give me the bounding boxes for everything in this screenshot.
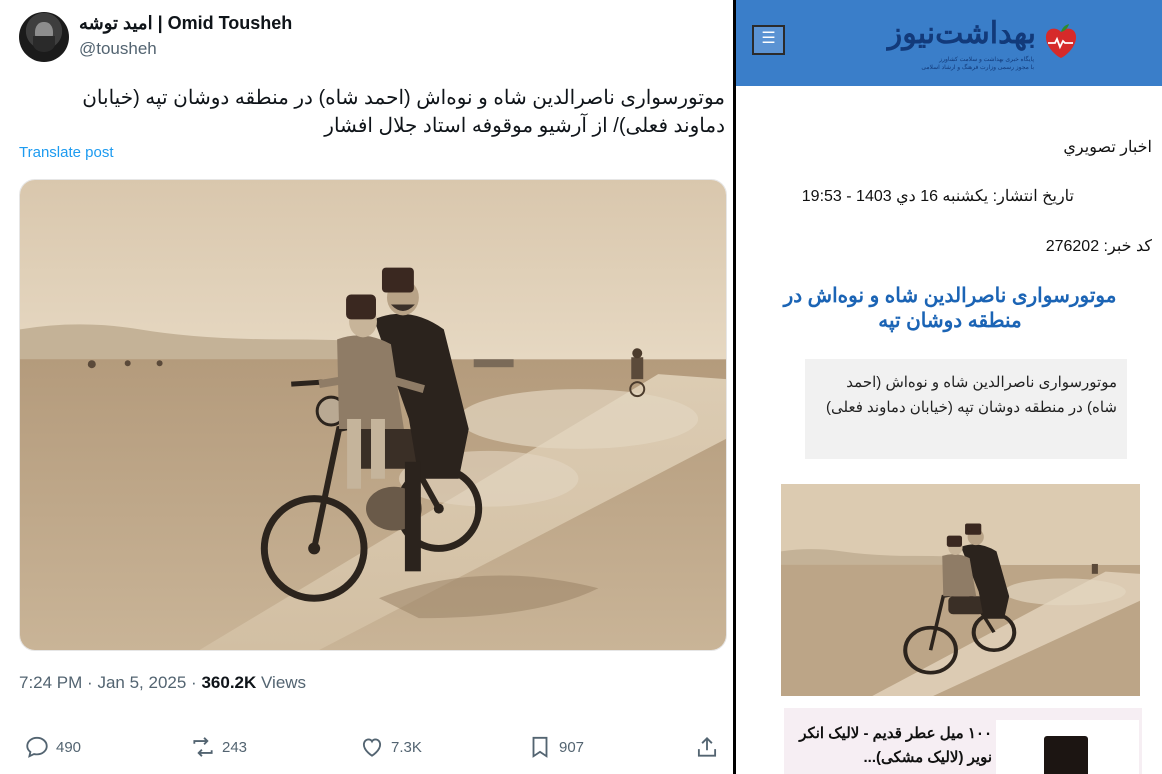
news-category[interactable]: اخبار تصويري [1063, 137, 1152, 157]
reply-icon [26, 736, 48, 758]
tweet-meta: 7:24 PM · Jan 5, 2025 · 360.2K Views [19, 673, 306, 693]
like-count: 7.3K [391, 738, 422, 756]
bookmark-count: 907 [559, 738, 585, 756]
menu-button[interactable]: ☰ [752, 25, 785, 55]
article-photo[interactable] [781, 484, 1140, 696]
meta-separator: · [191, 673, 197, 692]
logo-subtitle-1: پایگاه خبری بهداشت و سلامت کشاورز [939, 57, 1034, 63]
logo-text: بهداشت‌نیوز [887, 16, 1036, 51]
avatar[interactable] [19, 12, 69, 62]
repost-count: 243 [222, 738, 248, 756]
views-count: 360.2K [201, 673, 257, 692]
reply-button[interactable]: 490 [24, 730, 81, 764]
sepia-photo-motorcycle-riders [781, 484, 1140, 696]
site-header: ☰ بهداشت‌نیوز پایگاه خبری بهداشت و سلامت… [736, 0, 1162, 86]
tweet-photo[interactable] [19, 179, 727, 651]
tweet-text: موتورسواری ناصرالدین شاه و نوه‌اش (احمد … [82, 87, 725, 137]
tweet-time[interactable]: 7:24 PM [19, 673, 82, 692]
repost-icon [193, 737, 213, 757]
heart-icon [362, 738, 382, 757]
logo-subtitle-2: با مجوز رسمی وزارت فرهنگ و ارشاد اسلامی [921, 65, 1034, 71]
translate-post-link[interactable]: Translate post [19, 144, 114, 161]
bookmark-icon [532, 736, 548, 758]
tweet-actions: 490 243 7.3K 907 [0, 730, 733, 764]
avatar-beard [33, 36, 55, 52]
tweet-date[interactable]: Jan 5, 2025 [97, 673, 186, 692]
ad-text[interactable]: ۱۰۰ میل عطر قدیم - لالیک انکر نویر (لالی… [792, 722, 992, 770]
publish-date: تاریخ انتشار: یکشنبه 16 دي 1403 - 19:53 [801, 188, 1074, 205]
article-headline: موتورسواری ناصرالدین شاه و نوه‌اش در منط… [783, 285, 1117, 332]
share-button[interactable] [694, 730, 720, 764]
tweet-panel: امید توشه | Omid Tousheh @tousheh موتورس… [0, 0, 733, 774]
news-code: کد خبر: 276202 [1045, 238, 1152, 255]
site-logo[interactable]: بهداشت‌نیوز پایگاه خبری بهداشت و سلامت ک… [882, 14, 1092, 72]
apple-heart-icon [1045, 24, 1077, 58]
repost-button[interactable]: 243 [190, 730, 247, 764]
ad-banner[interactable]: ۱۰۰ میل عطر قدیم - لالیک انکر نویر (لالی… [784, 708, 1142, 774]
bookmark-button[interactable]: 907 [527, 730, 584, 764]
reply-count: 490 [56, 738, 82, 756]
user-handle[interactable]: @tousheh [79, 39, 157, 59]
display-name[interactable]: امید توشه | Omid Tousheh [79, 13, 292, 34]
share-icon [697, 737, 717, 757]
like-button[interactable]: 7.3K [359, 730, 422, 764]
sepia-photo-motorcycle-riders [20, 180, 726, 650]
news-site-panel: ☰ بهداشت‌نیوز پایگاه خبری بهداشت و سلامت… [736, 0, 1162, 774]
perfume-bottle-icon [1044, 736, 1088, 774]
article-lead: موتورسواری ناصرالدین شاه و نوه‌اش (احمد … [805, 359, 1127, 459]
views-label: Views [261, 673, 307, 692]
meta-separator: · [87, 673, 93, 692]
ad-product-card [996, 720, 1139, 774]
